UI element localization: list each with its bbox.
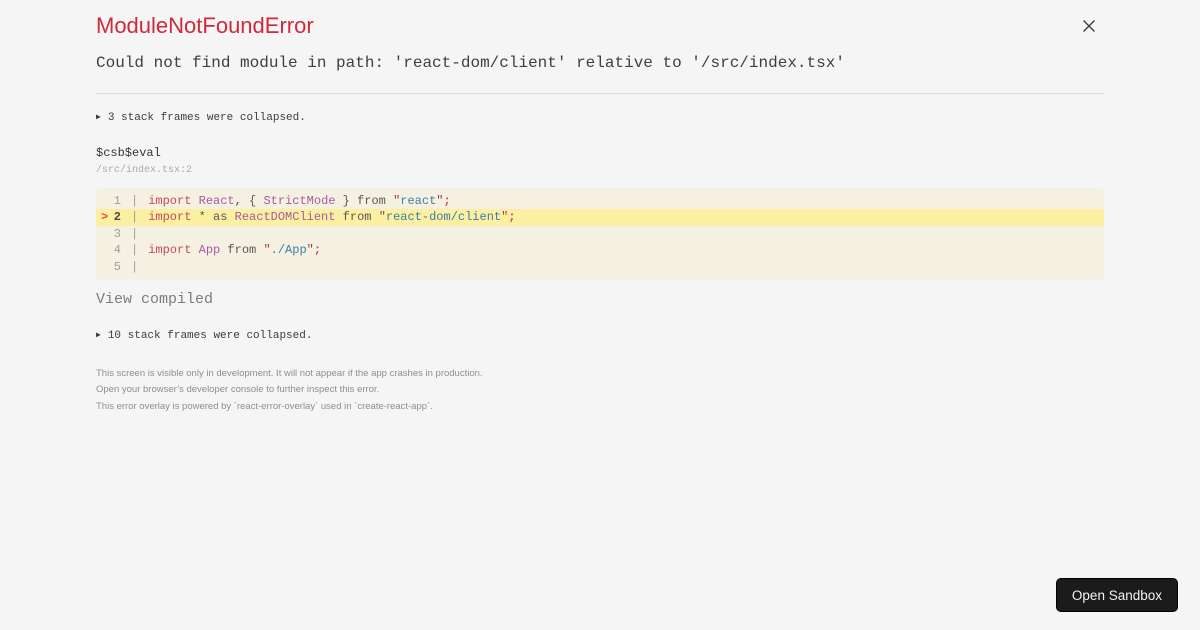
code-token: , { — [234, 194, 264, 208]
code-token: react-dom/client — [385, 210, 502, 225]
code-token: StrictMode — [263, 194, 336, 208]
code-token: ; — [508, 210, 516, 225]
divider — [96, 93, 1104, 94]
stack-frame-function: $csb$eval — [96, 146, 161, 160]
code-token: import — [148, 194, 192, 208]
line-number: 2 — [113, 210, 121, 225]
error-message: Could not find module in path: 'react-do… — [96, 54, 845, 72]
code-token: ; — [443, 194, 451, 208]
gutter-separator: | — [131, 243, 139, 258]
stack-frame-location: /src/index.tsx:2 — [96, 165, 193, 176]
chevron-right-icon: ▶ — [96, 330, 101, 340]
active-line-marker — [96, 259, 110, 275]
close-icon — [1083, 20, 1095, 32]
line-number: 5 — [113, 259, 121, 274]
line-number: 3 — [113, 226, 121, 241]
code-token: ReactDOMClient — [234, 210, 336, 225]
gutter-separator: | — [131, 259, 139, 274]
code-token: " — [436, 194, 444, 208]
code-token: React — [198, 194, 235, 208]
active-line-marker — [96, 226, 110, 242]
code-token: import — [148, 243, 192, 258]
code-token: " — [306, 243, 314, 258]
footer-line: Open your browser’s developer console to… — [96, 384, 380, 396]
gutter-separator: | — [131, 226, 139, 241]
line-number: 1 — [113, 194, 121, 208]
code-line: 5 | — [96, 259, 1104, 275]
gutter-separator: | — [131, 194, 139, 208]
footer-line: This error overlay is powered by `react-… — [96, 400, 433, 412]
code-text: import * as ReactDOMClient from "react-d… — [148, 209, 515, 225]
close-button[interactable] — [1078, 15, 1100, 37]
error-overlay: ModuleNotFoundError Could not find modul… — [0, 0, 1200, 415]
collapsed-frames-top[interactable]: ▶ 3 stack frames were collapsed. — [96, 112, 1104, 124]
active-line-marker — [96, 242, 110, 258]
code-token: react — [400, 194, 437, 208]
code-text: import App from "./App"; — [148, 242, 321, 258]
code-token: App — [198, 243, 221, 258]
header: ModuleNotFoundError — [96, 0, 1104, 39]
view-compiled-link[interactable]: View compiled — [96, 291, 213, 308]
code-line: 4 | import App from "./App"; — [96, 242, 1104, 258]
line-number: 4 — [113, 243, 121, 258]
code-token: from — [220, 243, 264, 258]
code-line: 1 | import React, { StrictMode } from "rea… — [96, 193, 1104, 209]
active-line-marker: > — [101, 210, 109, 225]
active-line-marker — [96, 193, 110, 209]
collapsed-frames-top-label: 3 stack frames were collapsed. — [107, 112, 306, 124]
code-line: >2 | import * as ReactDOMClient from "reac… — [96, 209, 1104, 226]
collapsed-frames-bottom-label: 10 stack frames were collapsed. — [107, 329, 313, 342]
footer-line: This screen is visible only in developme… — [96, 367, 483, 379]
code-token: ./App — [270, 243, 307, 258]
code-text: import React, { StrictMode } from "react… — [148, 193, 451, 209]
footer-note: This screen is visible only in developme… — [96, 366, 1104, 415]
code-token: " — [378, 210, 386, 225]
code-token: import — [148, 210, 192, 225]
chevron-right-icon: ▶ — [96, 113, 101, 122]
open-sandbox-button[interactable]: Open Sandbox — [1055, 578, 1178, 612]
code-block: 1 | import React, { StrictMode } from "rea… — [96, 188, 1104, 280]
code-token: ; — [313, 243, 322, 258]
gutter-separator: | — [131, 210, 139, 225]
code-token: } from — [335, 194, 394, 208]
code-line: 3 | — [96, 226, 1104, 242]
error-title: ModuleNotFoundError — [96, 13, 314, 38]
code-token: " — [263, 243, 271, 258]
collapsed-frames-bottom[interactable]: ▶ 10 stack frames were collapsed. — [96, 330, 1104, 342]
code-token: * as — [191, 210, 235, 225]
code-token: from — [335, 210, 379, 225]
